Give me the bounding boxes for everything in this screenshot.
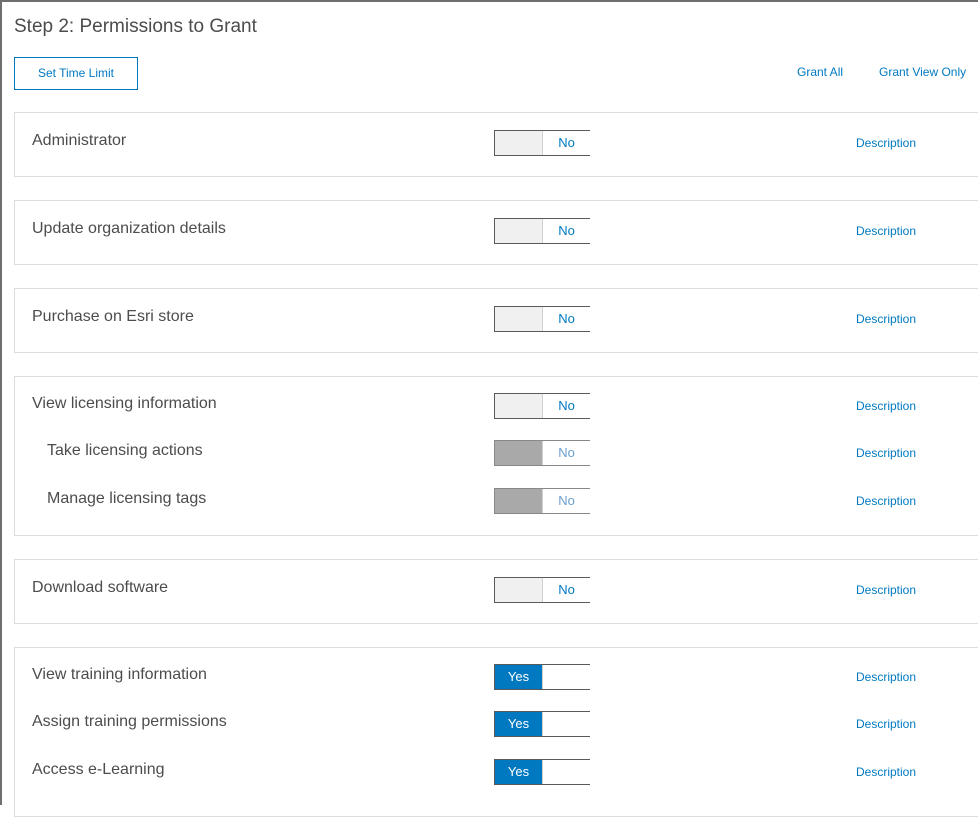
update-org-toggle[interactable]: No	[494, 218, 590, 244]
permission-label: View licensing information	[32, 395, 217, 412]
view-licensing-toggle[interactable]: No	[494, 393, 590, 419]
purchase-toggle[interactable]: No	[494, 306, 590, 332]
toggle-value: No	[542, 394, 590, 418]
section-purchase: Purchase on Esri store No Description	[14, 288, 978, 353]
permission-row: View licensing information No Descriptio…	[15, 393, 978, 423]
section-download: Download software No Description	[14, 559, 978, 624]
elearning-toggle[interactable]: Yes	[494, 759, 590, 785]
permission-row: View training information Yes Descriptio…	[15, 664, 978, 694]
toggle-value: No	[542, 578, 590, 602]
permission-row: Assign training permissions Yes Descript…	[15, 711, 978, 741]
description-link[interactable]: Description	[856, 136, 916, 150]
permission-row: Administrator No Description	[15, 130, 978, 160]
toggle-value: No	[542, 219, 590, 243]
description-link[interactable]: Description	[856, 583, 916, 597]
download-toggle[interactable]: No	[494, 577, 590, 603]
description-link[interactable]: Description	[856, 312, 916, 326]
page-title: Step 2: Permissions to Grant	[14, 16, 257, 37]
description-link[interactable]: Description	[856, 224, 916, 238]
permission-label: Download software	[32, 579, 169, 596]
permission-label: Assign training permissions	[32, 713, 227, 730]
description-link[interactable]: Description	[856, 670, 916, 684]
administrator-toggle[interactable]: No	[494, 130, 590, 156]
toggle-value: No	[542, 307, 590, 331]
permission-label: Manage licensing tags	[47, 490, 207, 507]
grant-all-link[interactable]: Grant All	[797, 65, 843, 79]
section-update-org: Update organization details No Descripti…	[14, 200, 978, 265]
grant-view-only-link[interactable]: Grant View Only	[879, 65, 966, 79]
view-training-toggle[interactable]: Yes	[494, 664, 590, 690]
description-link[interactable]: Description	[856, 399, 916, 413]
set-time-limit-button[interactable]: Set Time Limit	[14, 57, 138, 90]
permission-row: Access e-Learning Yes Description	[15, 759, 978, 789]
permission-row: Purchase on Esri store No Description	[15, 306, 978, 336]
description-link[interactable]: Description	[856, 446, 916, 460]
description-link[interactable]: Description	[856, 717, 916, 731]
toggle-value: No	[542, 131, 590, 155]
section-training: View training information Yes Descriptio…	[14, 647, 978, 817]
section-administrator: Administrator No Description	[14, 112, 978, 177]
section-licensing: View licensing information No Descriptio…	[14, 376, 978, 536]
permission-label: Access e-Learning	[32, 761, 165, 778]
take-licensing-toggle[interactable]: No	[494, 440, 590, 466]
manage-tags-toggle[interactable]: No	[494, 488, 590, 514]
permission-label: Administrator	[32, 132, 127, 149]
toggle-value: No	[542, 489, 590, 513]
permission-label: View training information	[32, 666, 207, 683]
permission-row: Update organization details No Descripti…	[15, 218, 978, 248]
toggle-value: Yes	[495, 712, 542, 736]
description-link[interactable]: Description	[856, 494, 916, 508]
permission-label: Purchase on Esri store	[32, 308, 194, 325]
assign-training-toggle[interactable]: Yes	[494, 711, 590, 737]
toggle-value: Yes	[495, 665, 542, 689]
permission-row: Download software No Description	[15, 577, 978, 607]
toggle-value: No	[542, 441, 590, 465]
permission-label: Update organization details	[32, 220, 226, 237]
permission-row: Take licensing actions No Description	[15, 440, 978, 470]
permission-label: Take licensing actions	[47, 442, 203, 459]
toggle-value: Yes	[495, 760, 542, 784]
permission-row: Manage licensing tags No Description	[15, 488, 978, 518]
description-link[interactable]: Description	[856, 765, 916, 779]
